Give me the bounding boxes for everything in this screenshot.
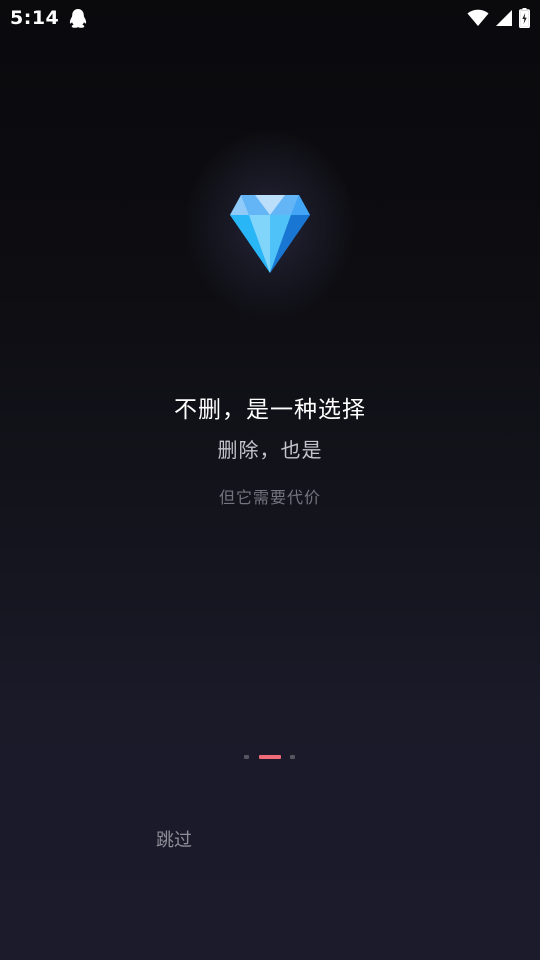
headline: 不删，是一种选择 [174, 397, 366, 423]
wifi-icon [467, 9, 489, 27]
status-bar: 5:14 [0, 0, 540, 36]
onboarding-screen: 5:14 不删，是一种选择 删除，也是 但它需要代价 跳过 [0, 0, 540, 960]
cell-signal-icon [496, 10, 512, 26]
page-dot [244, 755, 249, 759]
skip-button[interactable]: 跳过 [156, 826, 192, 852]
battery-charging-icon [519, 8, 530, 28]
status-time: 5:14 [10, 7, 60, 29]
page-dot-active [259, 755, 281, 759]
subline: 删除，也是 [217, 438, 323, 462]
page-dot [290, 755, 295, 759]
caption: 但它需要代价 [218, 488, 321, 507]
page-indicator [0, 754, 540, 760]
diamond-icon [230, 195, 310, 273]
qq-icon [69, 9, 87, 28]
status-icons [467, 8, 530, 28]
